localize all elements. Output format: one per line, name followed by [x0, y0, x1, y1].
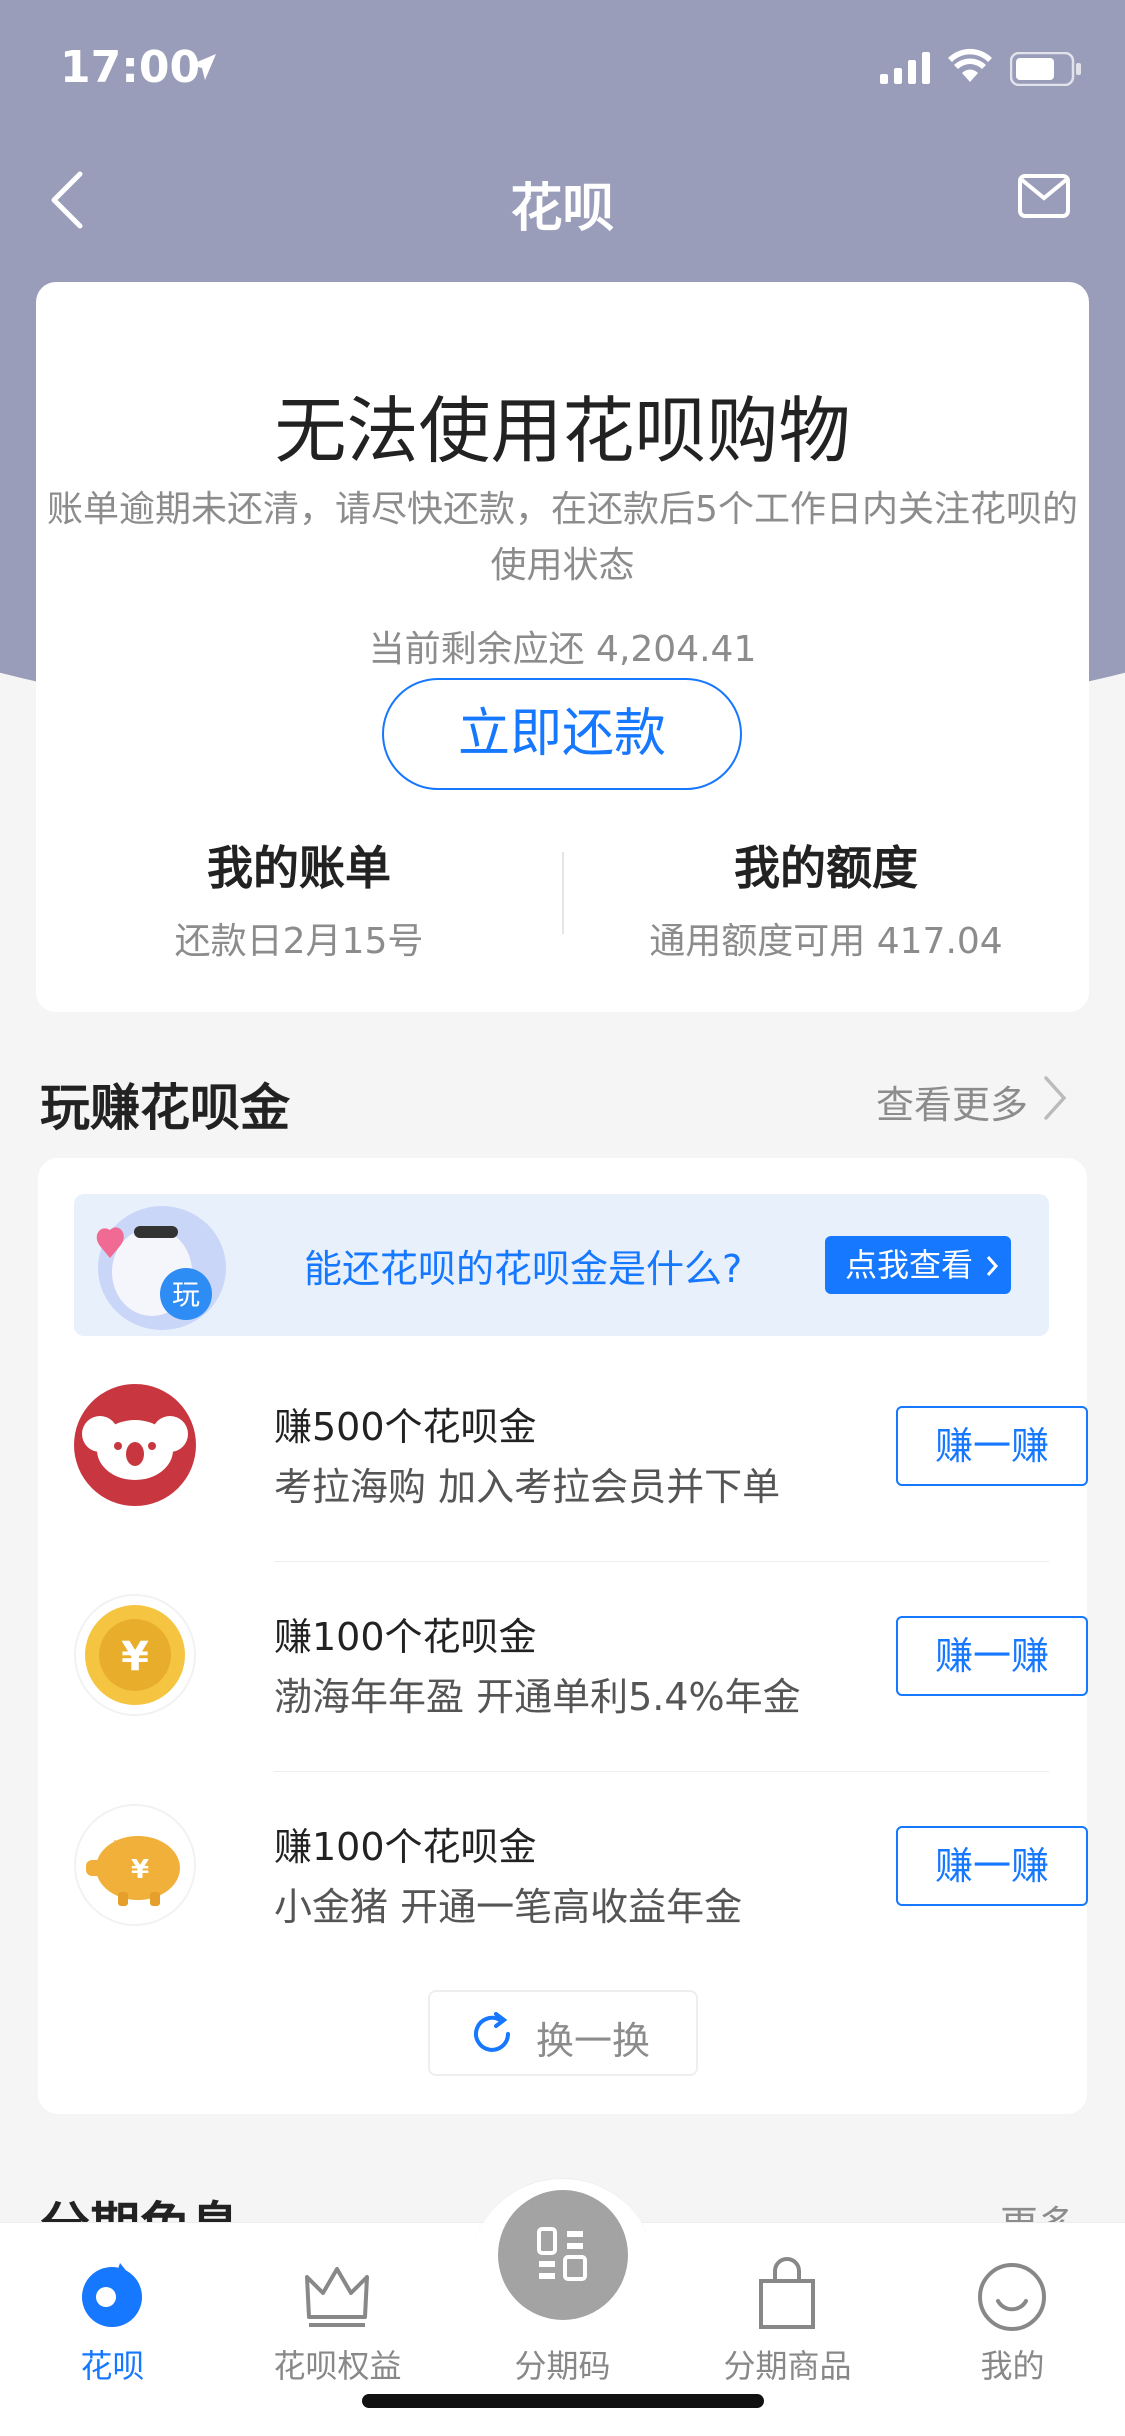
koala-icon — [74, 1384, 196, 1506]
tab-huabei[interactable]: 花呗 — [0, 2223, 225, 2436]
task-description: 考拉海购 加入考拉会员并下单 — [274, 1465, 781, 1509]
task-title: 赚500个花呗金 — [274, 1405, 537, 1449]
shopping-bag-icon — [759, 2257, 815, 2329]
tab-label: 花呗权益 — [273, 2347, 402, 2385]
qr-code-icon — [537, 2227, 587, 2281]
remaining-amount: 当前剩余应还 4,204.41 — [368, 629, 757, 670]
chevron-right-icon[interactable] — [1040, 1074, 1070, 1122]
my-bill-due-date: 还款日2月15号 — [174, 921, 424, 962]
earn-button[interactable]: 赚一赚 — [896, 1616, 1088, 1696]
refresh-button[interactable]: 换一换 — [428, 1990, 698, 2076]
my-bill[interactable]: 我的账单 还款日2月15号 — [36, 832, 562, 964]
my-bill-title: 我的账单 — [207, 841, 391, 895]
task-item: ¥ 赚100个花呗金 渤海年年盈 开通单利5.4%年金 赚一赚 — [74, 1562, 1088, 1772]
signal-icon — [880, 52, 930, 84]
status-bar: 17:00 — [0, 0, 1125, 135]
banner-question: 能还花呗的花呗金是什么? — [304, 1247, 743, 1291]
status-card: 无法使用花呗购物 账单逾期未还清，请尽快还款，在还款后5个工作日内关注花呗的使用… — [36, 282, 1089, 1012]
task-item: ¥ 赚100个花呗金 小金猪 开通一笔高收益年金 赚一赚 — [74, 1772, 1088, 1982]
mascot-icon: 玩 — [96, 1206, 226, 1330]
repay-now-button[interactable]: 立即还款 — [382, 678, 742, 790]
tab-label: 分期商品 — [723, 2347, 852, 2385]
my-quota-available: 通用额度可用 417.04 — [649, 921, 1003, 962]
huabei-gold-banner[interactable]: 玩 能还花呗的花呗金是什么? 点我查看 — [74, 1194, 1049, 1336]
status-time: 17:00 — [60, 42, 201, 93]
installment-code-button[interactable] — [498, 2190, 628, 2320]
earn-button[interactable]: 赚一赚 — [896, 1826, 1088, 1906]
nav-bar: 花呗 — [0, 140, 1125, 260]
my-quota[interactable]: 我的额度 通用额度可用 417.04 — [563, 832, 1089, 964]
tab-label: 分期码 — [514, 2347, 611, 2385]
coin-symbol: ¥ — [121, 1634, 149, 1680]
huabei-icon — [82, 2263, 142, 2327]
earn-section-title: 玩赚花呗金 — [40, 1079, 290, 1137]
tab-mine[interactable]: 我的 — [900, 2223, 1125, 2436]
coin-icon: ¥ — [74, 1594, 196, 1716]
refresh-icon — [474, 2012, 510, 2052]
banner-check-label: 点我查看 — [845, 1246, 974, 1284]
crown-icon — [305, 2267, 369, 2327]
piggy-symbol: ¥ — [131, 1855, 149, 1885]
battery-icon — [1010, 52, 1081, 86]
mail-icon[interactable] — [1018, 174, 1070, 218]
location-arrow-icon — [190, 54, 216, 80]
earn-section-header: 玩赚花呗金 查看更多 — [0, 1060, 1125, 1137]
wifi-icon — [948, 48, 992, 82]
chevron-right-icon — [986, 1256, 999, 1276]
tab-label: 花呗 — [80, 2347, 145, 2385]
piggy-bank-icon: ¥ — [74, 1804, 196, 1926]
task-title: 赚100个花呗金 — [274, 1825, 537, 1869]
earn-card: 玩 能还花呗的花呗金是什么? 点我查看 赚500个花呗金 考拉海购 加入考拉会员… — [38, 1158, 1088, 2114]
task-description: 渤海年年盈 开通单利5.4%年金 — [274, 1675, 801, 1719]
my-quota-title: 我的额度 — [734, 841, 918, 895]
status-title: 无法使用花呗购物 — [274, 389, 851, 473]
task-item: 赚500个花呗金 考拉海购 加入考拉会员并下单 赚一赚 — [74, 1352, 1088, 1562]
view-more-link[interactable]: 查看更多 — [876, 1074, 1028, 1129]
status-description: 账单逾期未还清，请尽快还款，在还款后5个工作日内关注花呗的使用状态 — [47, 489, 1078, 586]
mascot-badge-text: 玩 — [172, 1278, 200, 1311]
task-title: 赚100个花呗金 — [274, 1615, 537, 1659]
task-description: 小金猪 开通一笔高收益年金 — [274, 1885, 743, 1929]
smile-icon — [978, 2263, 1046, 2331]
page-title: 花呗 — [510, 179, 615, 239]
refresh-label: 换一换 — [536, 2019, 651, 2063]
earn-button[interactable]: 赚一赚 — [896, 1406, 1088, 1486]
home-indicator — [362, 2394, 764, 2408]
banner-check-button[interactable]: 点我查看 — [825, 1236, 1011, 1294]
tab-label: 我的 — [980, 2347, 1045, 2385]
